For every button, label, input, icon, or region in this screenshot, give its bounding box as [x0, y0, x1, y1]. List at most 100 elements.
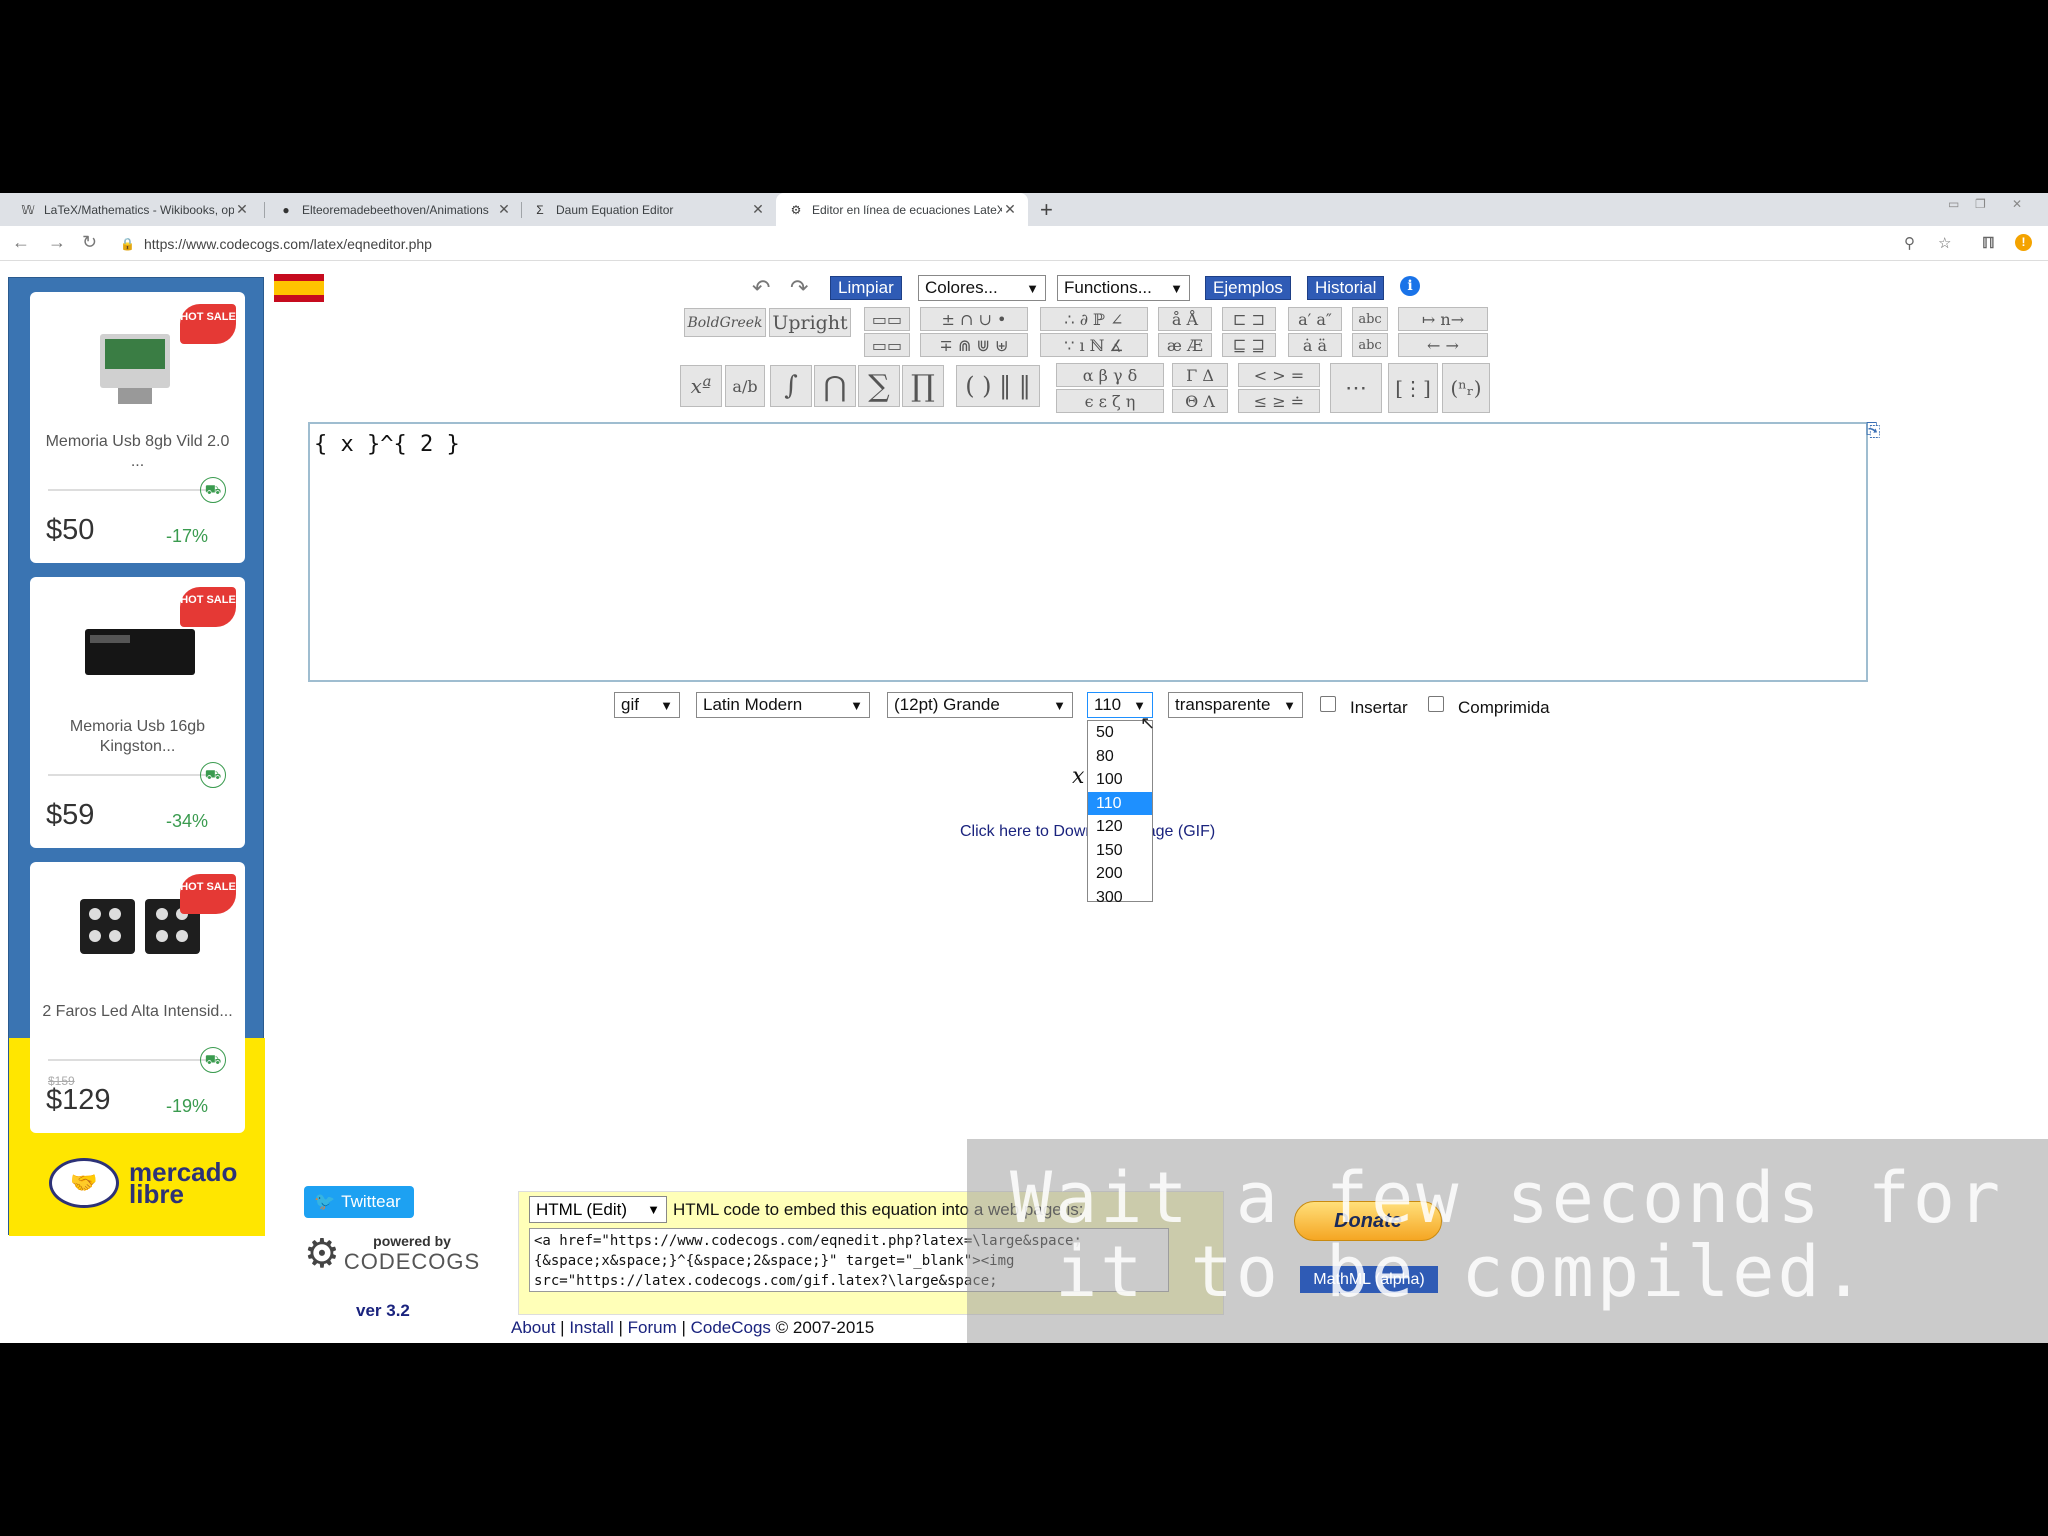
dpi-option[interactable]: 100 — [1088, 768, 1152, 792]
tweet-label: Twittear — [341, 1192, 401, 1211]
codecogs-link[interactable]: CodeCogs — [691, 1318, 771, 1337]
functions-select[interactable]: Functions... ▼ — [1057, 275, 1190, 301]
integral-button[interactable]: ∫ — [770, 365, 812, 407]
tab-wikibooks[interactable]: 𝕎 LaTeX/Mathematics - Wikibooks, op ✕ — [8, 193, 260, 226]
ad-card[interactable]: HOT SALE Memoria Usb 16gb Kingston... ⛟ … — [30, 577, 245, 848]
dpi-option[interactable]: 150 — [1088, 839, 1152, 863]
matrix-button[interactable]: [⋮] — [1388, 363, 1438, 413]
brackets-button[interactable]: ( ) ‖ ‖ — [956, 365, 1040, 407]
undo-icon[interactable]: ↶ — [752, 275, 770, 301]
extension-icon[interactable]: ℿ — [1982, 234, 1995, 252]
bigcap-button[interactable]: ⋂ — [814, 365, 856, 407]
close-icon[interactable]: ✕ — [1002, 201, 1018, 218]
superscript-button[interactable]: xª — [680, 365, 722, 407]
relation-button[interactable]: < > = — [1238, 363, 1320, 387]
tab-daum[interactable]: Σ Daum Equation Editor ✕ — [520, 193, 776, 226]
tab-title: LaTeX/Mathematics - Wikibooks, op — [44, 202, 234, 217]
restore-icon[interactable]: ❐ — [1975, 197, 1986, 217]
arrow-symbol-button[interactable]: ← → — [1398, 333, 1488, 357]
tweet-button[interactable]: 🐦 Twittear — [304, 1186, 414, 1218]
sum-button[interactable]: ∑ — [858, 365, 900, 407]
overline-symbol-button[interactable]: abc — [1352, 307, 1388, 331]
dpi-dropdown-list[interactable]: 50 80 100 110 120 150 200 300 — [1087, 720, 1153, 906]
browser-window: 𝕎 LaTeX/Mathematics - Wikibooks, op ✕ ● … — [0, 193, 2048, 1343]
relation-button[interactable]: ≤ ≥ ≐ — [1238, 389, 1320, 413]
binomial-button[interactable]: (ⁿᵣ) — [1442, 363, 1490, 413]
reload-icon[interactable]: ↻ — [82, 232, 97, 253]
subset-symbol-button[interactable]: ⊑ ⊒ — [1222, 333, 1276, 357]
product-button[interactable]: ∏ — [902, 365, 944, 407]
close-icon[interactable]: ✕ — [496, 201, 512, 218]
subset-symbol-button[interactable]: ⊏ ⊐ — [1222, 307, 1276, 331]
fraction-button[interactable]: a/b — [725, 365, 765, 407]
truck-icon: ⛟ — [200, 762, 226, 788]
dpi-option[interactable]: 300 — [1088, 886, 1152, 910]
logic-symbol-button[interactable]: ∵ ı ℕ ∡ — [1040, 333, 1148, 357]
dot-symbol-button[interactable]: ȧ ä — [1288, 333, 1342, 357]
copy-icon[interactable]: ⎘ — [1866, 420, 1888, 444]
clear-button[interactable]: Limpiar — [830, 276, 902, 300]
tab-github[interactable]: ● Elteoremadebeethoven/Animations ✕ — [266, 193, 522, 226]
mouse-cursor-icon: ↖ — [1140, 713, 1156, 733]
ad-card[interactable]: HOT SALE 2 Faros Led Alta Intensid... ⛟ … — [30, 862, 245, 1133]
codecogs-logo[interactable]: ⚙ powered by CODECOGS — [304, 1232, 479, 1276]
url-field[interactable]: 🔒 https://www.codecogs.com/latex/eqnedit… — [120, 231, 1900, 257]
ad-sidebar[interactable]: HOT SALE Memoria Usb 8gb Vild 2.0 ... ⛟ … — [8, 277, 265, 1236]
star-icon[interactable]: ☆ — [1938, 234, 1951, 252]
dots-button[interactable]: ⋯ — [1330, 363, 1382, 413]
ad-card[interactable]: HOT SALE Memoria Usb 8gb Vild 2.0 ... ⛟ … — [30, 292, 245, 563]
new-tab-icon[interactable]: + — [1040, 197, 1053, 223]
compressed-checkbox[interactable] — [1428, 696, 1444, 712]
tab-separator — [264, 202, 265, 218]
accent-symbol-button[interactable]: æ Æ — [1158, 333, 1212, 357]
accent-symbol-button[interactable]: å Å — [1158, 307, 1212, 331]
redo-icon[interactable]: ↷ — [790, 275, 808, 301]
dpi-option-selected[interactable]: 110 — [1088, 791, 1152, 815]
back-icon[interactable]: ← — [12, 232, 30, 253]
logic-symbol-button[interactable]: ∴ ∂ ℙ ∠ — [1040, 307, 1148, 331]
minimize-icon[interactable]: ▭ — [1948, 197, 1959, 217]
window-close-icon[interactable]: ✕ — [2012, 197, 2022, 217]
size-select[interactable]: (12pt) Grande ▼ — [887, 692, 1073, 718]
matrix-symbol-button[interactable]: ▭▭ — [864, 333, 910, 357]
prime-symbol-button[interactable]: a′ a″ — [1288, 307, 1342, 331]
update-icon[interactable]: ! — [2015, 234, 2032, 251]
gear-icon: ⚙ — [304, 1232, 340, 1276]
operators-symbol-button[interactable]: ∓ ⋒ ⋓ ⊎ — [920, 333, 1028, 357]
mercadolibre-logo[interactable]: 🤝 mercado libre — [49, 1158, 237, 1208]
install-link[interactable]: Install — [569, 1318, 613, 1337]
font-select[interactable]: Latin Modern ▼ — [696, 692, 870, 718]
dpi-option[interactable]: 200 — [1088, 862, 1152, 886]
close-icon[interactable]: ✕ — [234, 201, 250, 218]
upright-button[interactable]: Upright — [769, 308, 851, 337]
embed-mode-select[interactable]: HTML (Edit) ▼ — [529, 1196, 667, 1223]
operators-symbol-button[interactable]: ± ∩ ∪ • — [920, 307, 1028, 331]
arrow-symbol-button[interactable]: ↦ n→ — [1398, 307, 1488, 331]
tab-codecogs[interactable]: ⚙ Editor en línea de ecuaciones LateX ✕ — [776, 193, 1028, 226]
zoom-icon[interactable]: ⚲ — [1904, 234, 1915, 252]
address-bar: ← → ↻ 🔒 https://www.codecogs.com/latex/e… — [0, 226, 2048, 261]
greek-upper-button[interactable]: Γ Δ — [1172, 363, 1228, 387]
equation-editor[interactable]: { x }^{ 2 } — [308, 422, 1868, 682]
boldgreek-button[interactable]: BoldGreek — [684, 308, 766, 337]
history-button[interactable]: Historial — [1307, 276, 1385, 300]
forum-link[interactable]: Forum — [628, 1318, 677, 1337]
examples-button[interactable]: Ejemplos — [1205, 276, 1291, 300]
background-select[interactable]: transparente ▼ — [1168, 692, 1303, 718]
dpi-option[interactable]: 80 — [1088, 745, 1152, 769]
underline-symbol-button[interactable]: abc — [1352, 333, 1388, 357]
spanish-flag-icon[interactable] — [274, 274, 324, 302]
greek-upper-button[interactable]: Θ Λ — [1172, 389, 1228, 413]
matrix-symbol-button[interactable]: ▭▭ — [864, 307, 910, 331]
greek-lower-button[interactable]: ϵ ε ζ η — [1056, 389, 1164, 413]
format-select[interactable]: gif ▼ — [614, 692, 680, 718]
forward-icon[interactable]: → — [48, 232, 66, 253]
info-icon[interactable]: i — [1400, 276, 1420, 296]
dpi-option[interactable]: 120 — [1088, 815, 1152, 839]
insert-checkbox[interactable] — [1320, 696, 1336, 712]
about-link[interactable]: About — [511, 1318, 555, 1337]
close-icon[interactable]: ✕ — [750, 201, 766, 218]
colors-select[interactable]: Colores... ▼ — [918, 275, 1046, 301]
ad-discount: -17% — [166, 526, 209, 546]
greek-lower-button[interactable]: α β γ δ — [1056, 363, 1164, 387]
